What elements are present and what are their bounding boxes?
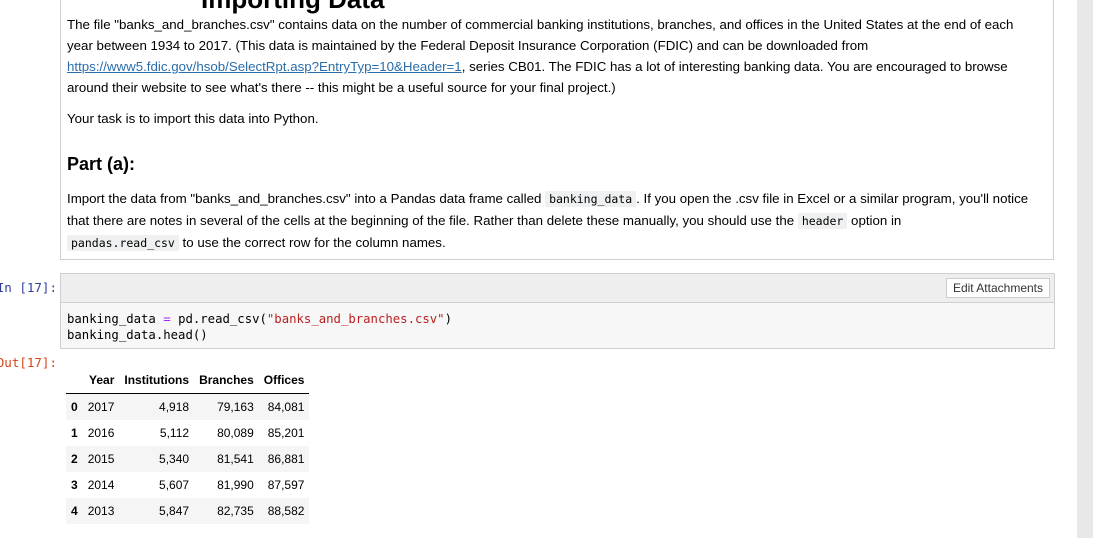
inline-code: pandas.read_csv [67, 235, 179, 251]
code-token: ) [444, 312, 452, 326]
code-token: pd.read_csv( [178, 312, 267, 326]
table-row: 2 2015 5,340 81,541 86,881 [66, 446, 310, 472]
cell-branches: 81,990 [217, 478, 254, 492]
cell-year: 2013 [87, 504, 115, 518]
part-a-heading: Part (a): [67, 154, 136, 174]
table-row: 3 2014 5,607 81,990 87,597 [66, 472, 309, 498]
part-a-paragraph: Import the data from "banks_and_branches… [67, 188, 1042, 254]
column-header-offices: Offices [258, 367, 310, 394]
inline-code: banking_data [545, 191, 637, 207]
table-row: 0 2017 4,918 79,163 84,081 [66, 393, 310, 420]
section-heading-cut: Importing Data [201, 0, 384, 15]
cell-branches: 80,089 [217, 426, 254, 440]
row-index: 3 [71, 478, 78, 492]
code-operator: = [163, 312, 171, 326]
cell-institutions: 5,607 [159, 478, 190, 492]
cell-offices: 87,597 [267, 478, 305, 492]
cell-offices: 88,582 [267, 504, 305, 518]
code-line: banking_data.head() [67, 328, 208, 342]
page-scrollbar[interactable] [1077, 0, 1093, 538]
output-prompt: Out[17]: [0, 355, 57, 370]
intro-paragraph: The file "banks_and_branches.csv" contai… [67, 14, 1042, 98]
cell-institutions: 5,847 [159, 504, 190, 518]
cell-offices: 86,881 [267, 452, 305, 466]
column-header-branches: Branches [194, 367, 259, 394]
row-index: 0 [71, 400, 78, 414]
table-row: 4 2013 5,847 82,735 88,582 [66, 498, 310, 524]
cell-institutions: 5,340 [159, 452, 190, 466]
table-header-row: Year Institutions Branches Offices [66, 367, 310, 394]
code-token: banking_data [67, 312, 156, 326]
fdic-link[interactable]: https://www5.fdic.gov/hsob/SelectRpt.asp… [67, 59, 462, 74]
column-header-index [66, 367, 83, 394]
inline-code: header [797, 213, 848, 229]
part-text: to use the correct row for the column na… [178, 235, 446, 250]
column-header-year: Year [82, 367, 120, 394]
cell-branches: 82,735 [217, 504, 254, 518]
cell-year: 2016 [87, 426, 115, 440]
cell-offices: 85,201 [267, 426, 305, 440]
code-editor[interactable]: banking_data = pd.read_csv("banks_and_br… [61, 303, 1054, 351]
column-header-institutions: Institutions [119, 367, 195, 394]
cell-offices: 84,081 [267, 400, 305, 414]
cell-institutions: 4,918 [159, 400, 190, 414]
cell-toolbar: Edit Attachments [61, 274, 1054, 303]
task-paragraph: Your task is to import this data into Py… [67, 111, 319, 126]
intro-text: The file "banks_and_branches.csv" contai… [67, 17, 1014, 53]
output-area: Year Institutions Branches Offices 0 2017… [66, 367, 310, 524]
row-index: 1 [71, 426, 78, 440]
code-cell[interactable]: Edit Attachments banking_data = pd.read_… [60, 273, 1055, 349]
cell-institutions: 5,112 [159, 426, 190, 440]
row-index: 2 [71, 452, 78, 466]
row-index: 4 [71, 504, 78, 518]
part-text: Import the data from "banks_and_branches… [67, 191, 546, 206]
cell-year: 2015 [87, 452, 115, 466]
dataframe-table: Year Institutions Branches Offices 0 2017… [66, 367, 310, 524]
cell-year: 2017 [87, 400, 115, 414]
markdown-cell[interactable]: Importing Data The file "banks_and_branc… [60, 0, 1054, 260]
cell-branches: 81,541 [217, 452, 254, 466]
edit-attachments-button[interactable]: Edit Attachments [945, 278, 1050, 298]
cell-branches: 79,163 [217, 400, 254, 414]
input-prompt: In [17]: [0, 280, 57, 295]
table-row: 1 2016 5,112 80,089 85,201 [66, 420, 309, 446]
code-string: "banks_and_branches.csv" [266, 312, 445, 326]
part-text: option in [847, 213, 902, 228]
markdown-content: The file "banks_and_branches.csv" contai… [67, 14, 1042, 264]
cell-year: 2014 [87, 478, 115, 492]
